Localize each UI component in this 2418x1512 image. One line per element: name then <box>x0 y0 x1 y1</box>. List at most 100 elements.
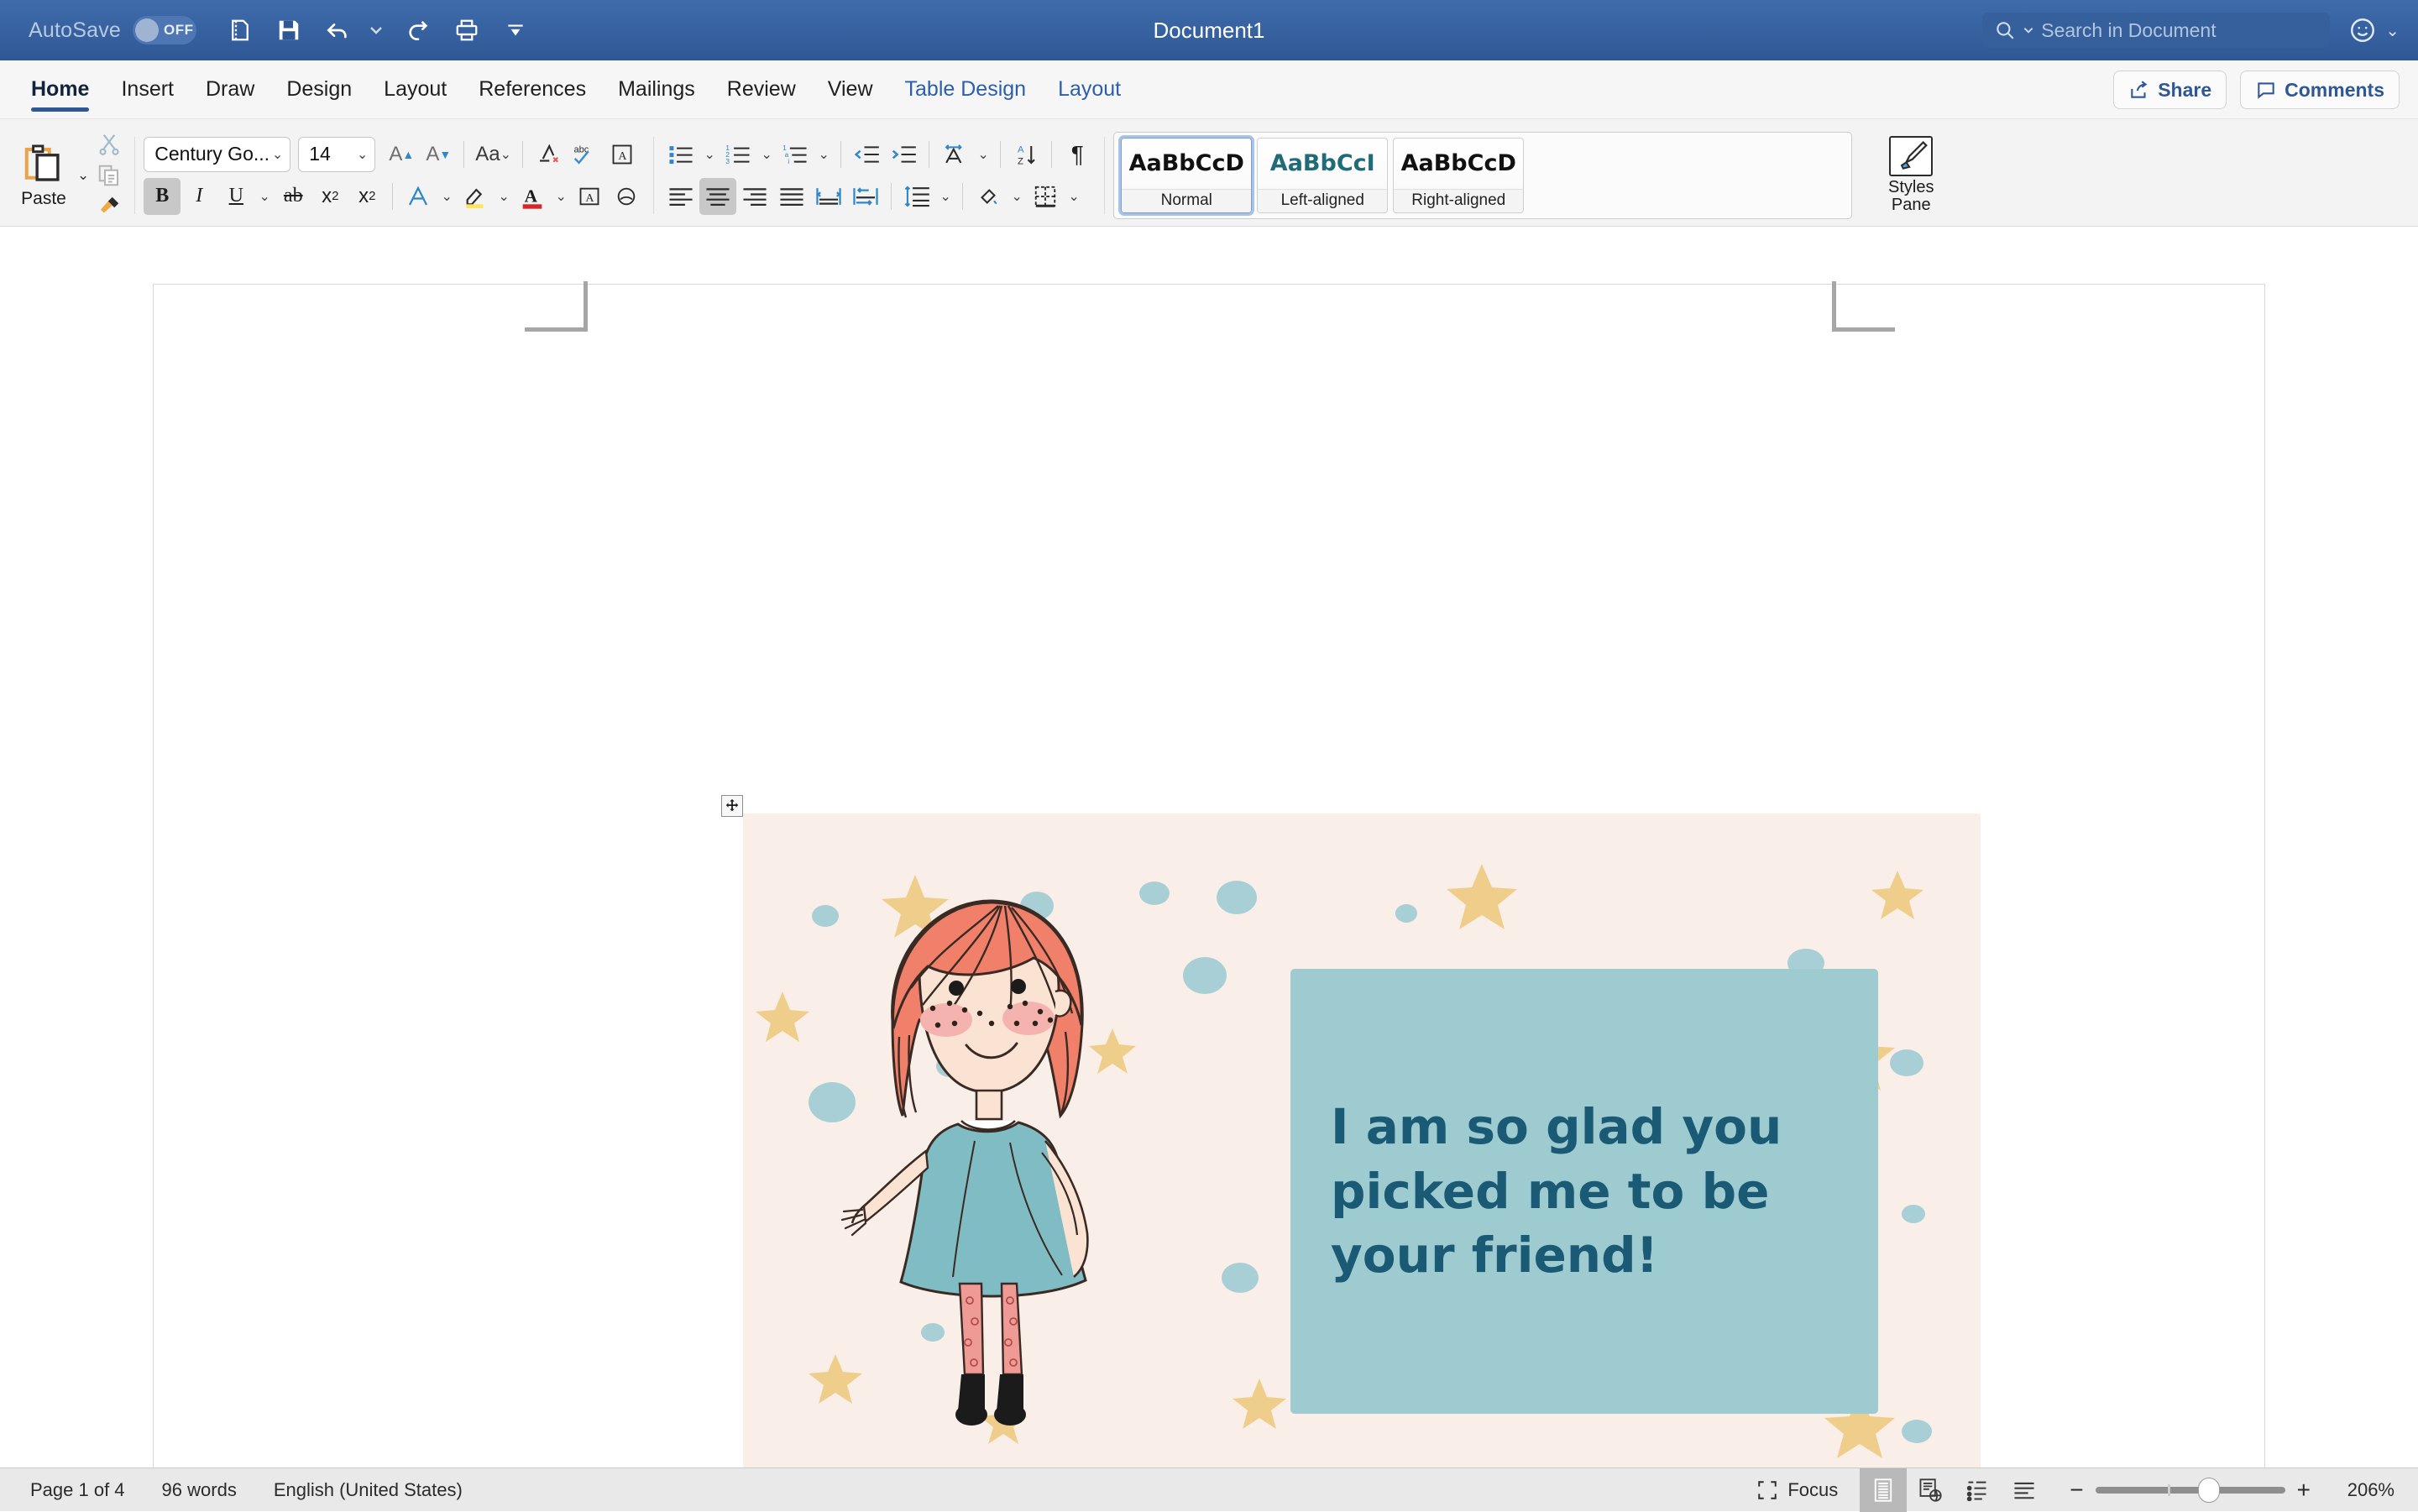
autosave-toggle[interactable]: OFF <box>133 16 196 44</box>
paste-button[interactable]: Paste <box>12 142 76 209</box>
document-canvas[interactable]: I am so glad you picked me to be your fr… <box>0 227 2418 1468</box>
svg-text:3: 3 <box>725 157 730 165</box>
superscript-button[interactable]: x2 <box>348 178 385 215</box>
redo-icon[interactable] <box>396 8 440 52</box>
web-layout-icon[interactable] <box>1907 1468 1954 1512</box>
customize-toolbar-icon[interactable] <box>494 8 537 52</box>
font-size-combobox[interactable]: 14 ⌄ <box>298 137 375 172</box>
font-color-button[interactable]: A <box>514 178 551 215</box>
save-icon[interactable] <box>267 8 311 52</box>
distributed-align-button[interactable] <box>810 178 847 215</box>
show-formatting-marks-button[interactable]: ¶ <box>1059 136 1096 173</box>
shading-button[interactable] <box>970 178 1007 215</box>
highlight-dropdown-icon[interactable]: ⌄ <box>494 178 514 215</box>
tab-home[interactable]: Home <box>15 60 105 118</box>
line-spacing-dropdown-icon[interactable]: ⌄ <box>935 178 955 215</box>
focus-button[interactable]: Focus <box>1756 1479 1838 1501</box>
zoom-slider-knob[interactable] <box>2198 1478 2220 1503</box>
style-normal[interactable]: AaBbCcD Normal <box>1121 138 1252 213</box>
underline-button[interactable]: U <box>217 178 254 215</box>
tab-draw[interactable]: Draw <box>190 60 270 118</box>
tab-mailings[interactable]: Mailings <box>602 60 711 118</box>
zoom-out-button[interactable]: − <box>2070 1478 2083 1502</box>
highlight-color-button[interactable] <box>457 178 494 215</box>
paste-dropdown-icon[interactable]: ⌄ <box>77 167 89 184</box>
change-case-button[interactable]: Aa ⌄ <box>471 136 516 173</box>
sort-button[interactable]: A Z <box>1008 136 1044 173</box>
quote-text-box[interactable]: I am so glad you picked me to be your fr… <box>1290 969 1878 1414</box>
print-icon[interactable] <box>445 8 489 52</box>
align-center-button[interactable] <box>699 178 736 215</box>
tab-view[interactable]: View <box>812 60 889 118</box>
borders-dropdown-icon[interactable]: ⌄ <box>1064 178 1084 215</box>
undo-icon[interactable] <box>316 8 359 52</box>
font-name-combobox[interactable]: Century Go... ⌄ <box>144 137 290 172</box>
grow-font-button[interactable]: A▲ <box>383 136 420 173</box>
text-effects-dropdown-icon[interactable]: ⌄ <box>437 178 457 215</box>
borders-button[interactable] <box>1027 178 1064 215</box>
subscript-button[interactable]: x2 <box>311 178 348 215</box>
shading-dropdown-icon[interactable]: ⌄ <box>1007 178 1027 215</box>
indent-paragraph-button[interactable] <box>847 178 884 215</box>
text-effects-button[interactable] <box>400 178 437 215</box>
tab-references[interactable]: References <box>463 60 602 118</box>
feedback-smiley-icon[interactable] <box>2348 16 2377 44</box>
text-direction-button[interactable] <box>936 136 973 173</box>
font-color-dropdown-icon[interactable]: ⌄ <box>551 178 571 215</box>
tab-table-layout[interactable]: Layout <box>1042 60 1137 118</box>
table-move-handle[interactable] <box>721 795 743 817</box>
illustration-card-friend-quote[interactable]: I am so glad you picked me to be your fr… <box>743 814 1981 1468</box>
print-layout-icon[interactable] <box>1860 1468 1907 1512</box>
zoom-in-button[interactable]: + <box>2297 1478 2311 1502</box>
numbering-button[interactable]: 1 2 3 <box>720 136 756 173</box>
zoom-slider[interactable] <box>2096 1487 2285 1494</box>
underline-dropdown-icon[interactable]: ⌄ <box>254 178 275 215</box>
open-file-icon[interactable] <box>218 8 262 52</box>
tab-layout[interactable]: Layout <box>368 60 463 118</box>
outline-icon[interactable] <box>1954 1468 2001 1512</box>
align-right-button[interactable] <box>736 178 773 215</box>
bold-button[interactable]: B <box>144 178 181 215</box>
style-right-aligned[interactable]: AaBbCcD Right-aligned <box>1393 138 1524 213</box>
align-left-button[interactable] <box>662 178 699 215</box>
undo-dropdown-icon[interactable] <box>364 8 388 52</box>
styles-gallery[interactable]: AaBbCcD Normal AaBbCcI Left-aligned AaBb… <box>1113 132 1852 219</box>
styles-pane-button[interactable]: Styles Pane <box>1871 136 1951 214</box>
style-left-aligned[interactable]: AaBbCcI Left-aligned <box>1257 138 1388 213</box>
decrease-indent-button[interactable] <box>848 136 885 173</box>
share-button[interactable]: Share <box>2113 71 2227 109</box>
multilevel-dropdown-icon[interactable]: ⌄ <box>814 136 834 173</box>
character-shading-button[interactable] <box>608 178 645 215</box>
clear-formatting-button[interactable] <box>530 136 567 173</box>
increase-indent-button[interactable] <box>885 136 922 173</box>
document-page[interactable]: I am so glad you picked me to be your fr… <box>153 284 2265 1468</box>
tab-design[interactable]: Design <box>270 60 368 118</box>
search-input[interactable]: Search in Document <box>1982 13 2330 48</box>
page-indicator[interactable]: Page 1 of 4 <box>30 1479 125 1501</box>
copy-button[interactable] <box>92 161 126 190</box>
cut-button[interactable] <box>92 130 126 159</box>
word-count[interactable]: 96 words <box>162 1479 237 1501</box>
line-spacing-button[interactable] <box>898 178 935 215</box>
justify-button[interactable] <box>773 178 810 215</box>
tab-table-design[interactable]: Table Design <box>889 60 1043 118</box>
bullets-button[interactable] <box>662 136 699 173</box>
zoom-level-label[interactable]: 206% <box>2322 1479 2394 1501</box>
strikethrough-button[interactable]: ab <box>275 178 311 215</box>
shrink-font-button[interactable]: A▼ <box>420 136 457 173</box>
text-box-button[interactable]: A <box>604 136 641 173</box>
draft-icon[interactable] <box>2001 1468 2048 1512</box>
tab-review[interactable]: Review <box>711 60 812 118</box>
language-indicator[interactable]: English (United States) <box>274 1479 463 1501</box>
multilevel-list-button[interactable]: 1 a i <box>777 136 814 173</box>
italic-button[interactable]: I <box>181 178 217 215</box>
spelling-check-button[interactable]: abc <box>567 136 604 173</box>
comments-button[interactable]: Comments <box>2240 71 2400 109</box>
tab-insert[interactable]: Insert <box>105 60 190 118</box>
text-direction-dropdown-icon[interactable]: ⌄ <box>973 136 993 173</box>
numbering-dropdown-icon[interactable]: ⌄ <box>756 136 777 173</box>
character-border-button[interactable]: A <box>571 178 608 215</box>
bullets-dropdown-icon[interactable]: ⌄ <box>699 136 720 173</box>
ribbon-display-chevron-icon[interactable]: ⌄ <box>2385 20 2400 41</box>
format-painter-button[interactable] <box>92 192 126 221</box>
